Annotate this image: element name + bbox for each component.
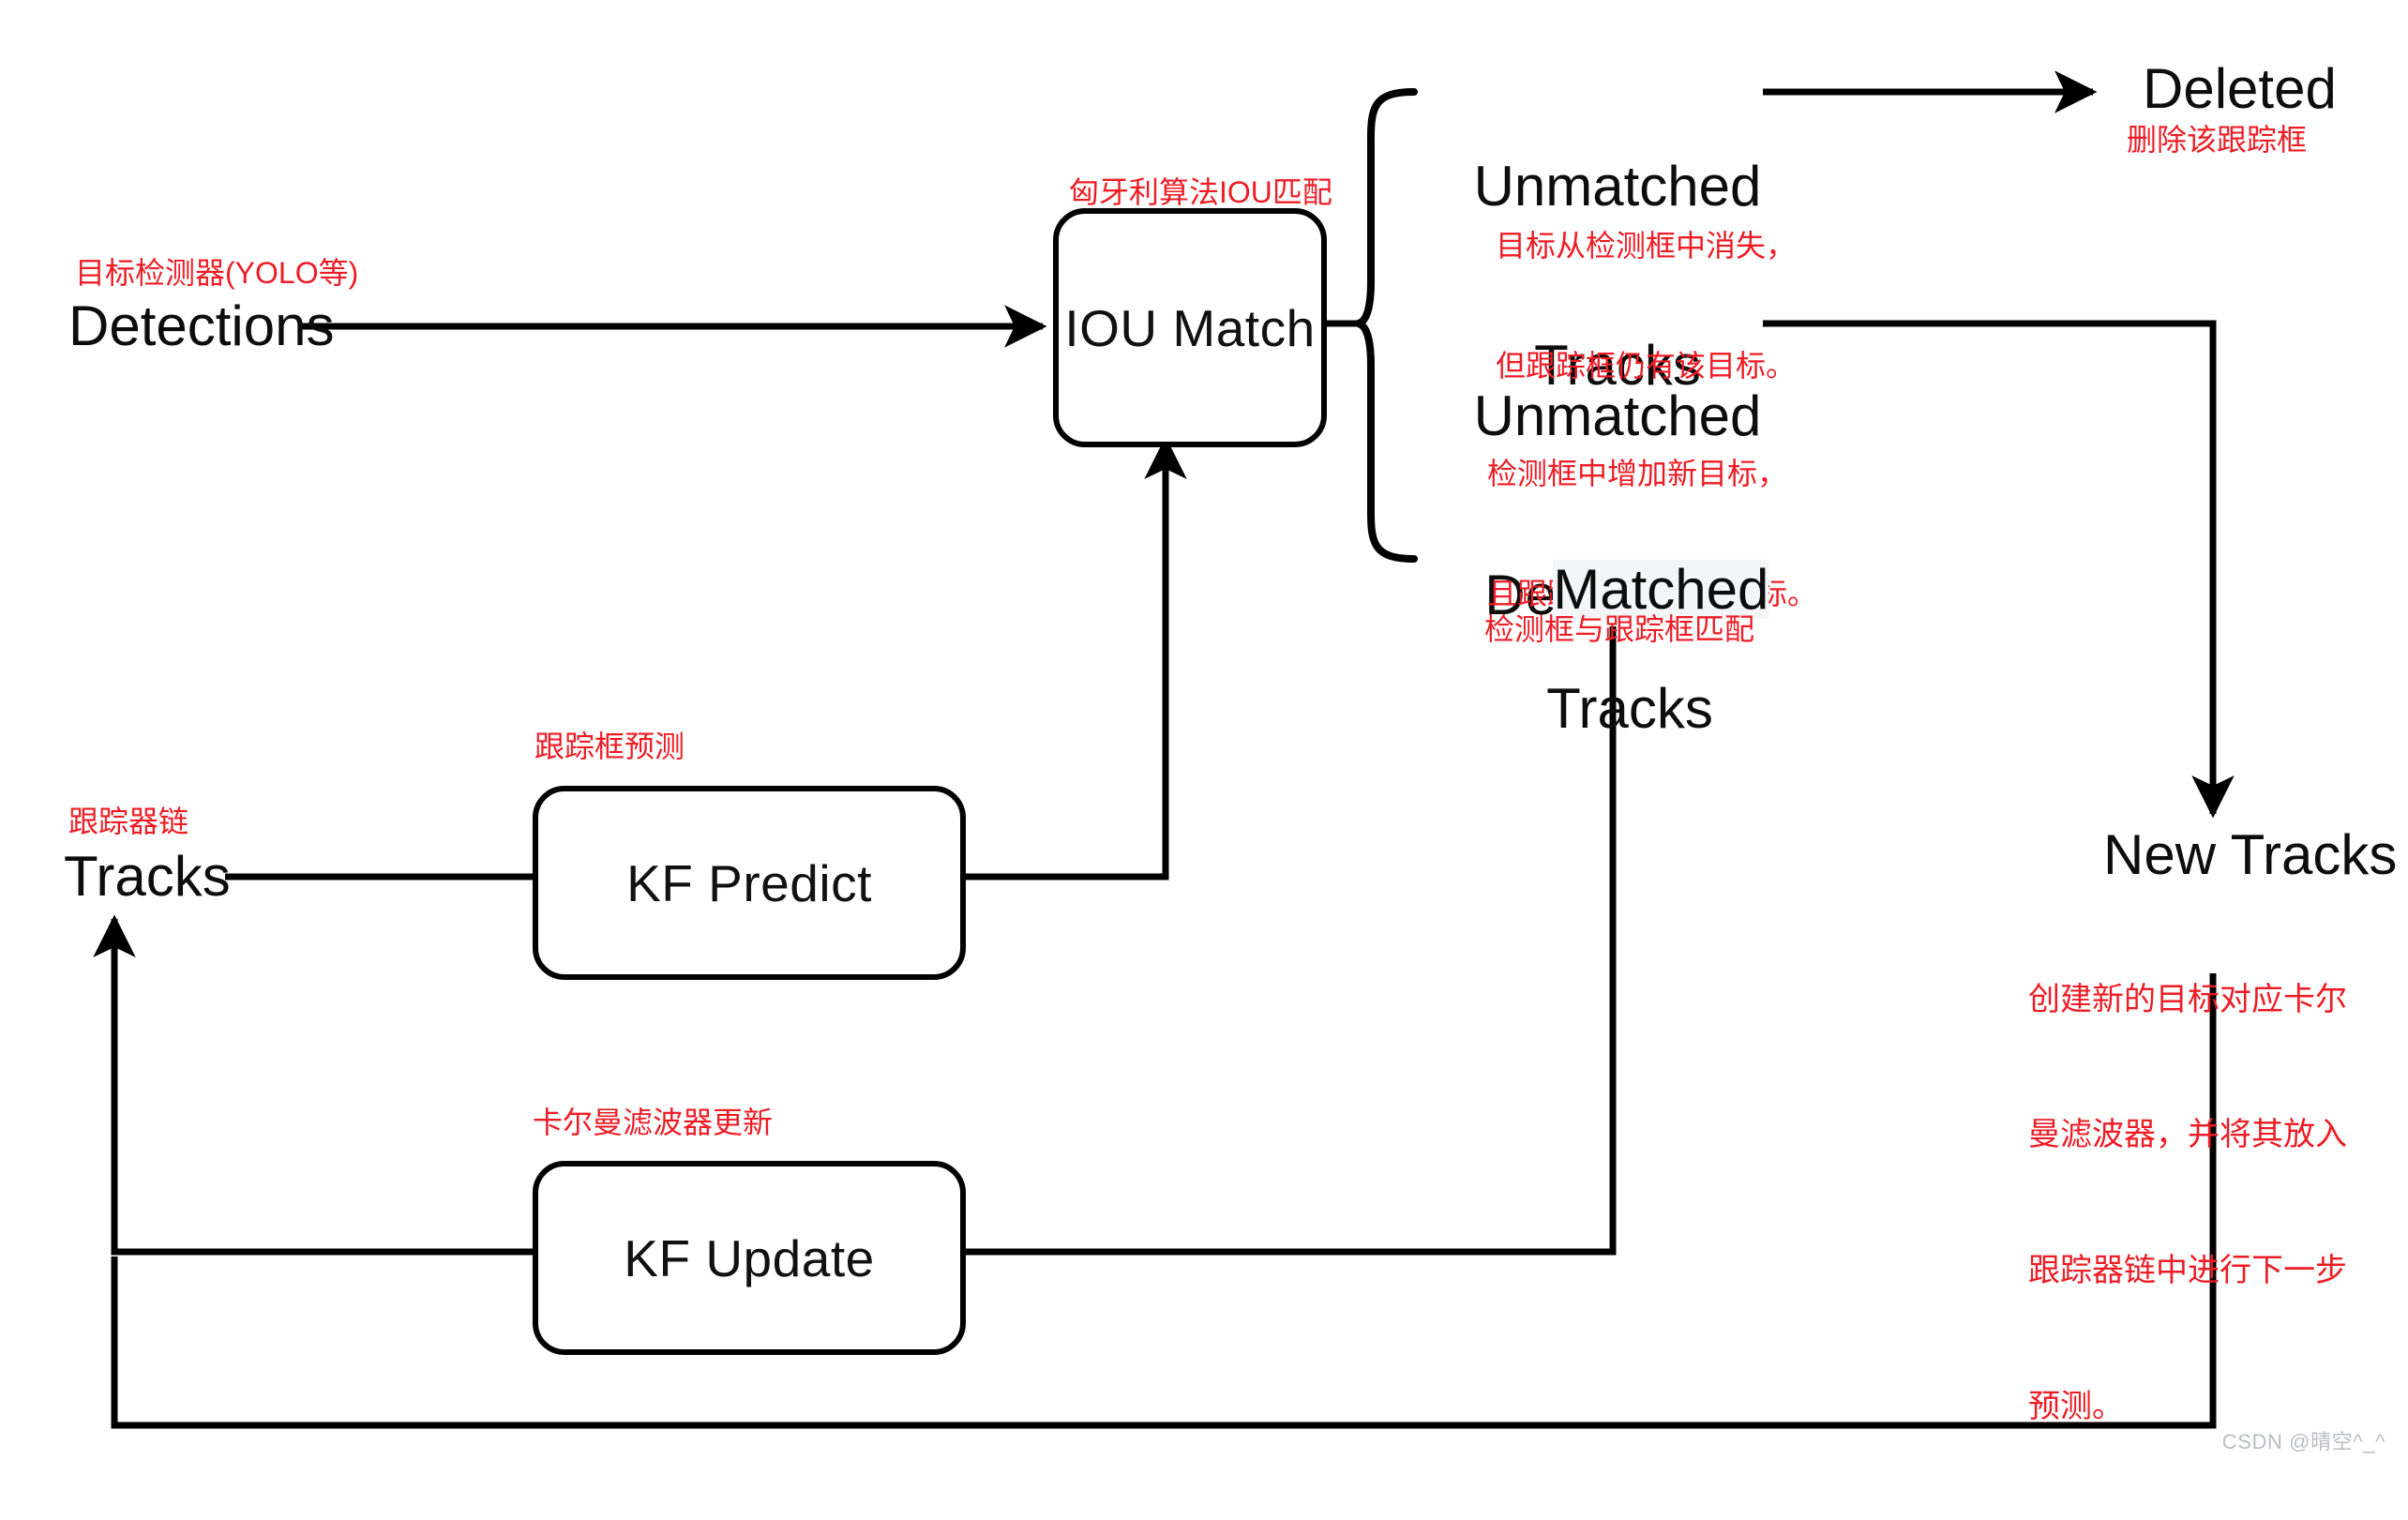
tracks-label: Tracks xyxy=(64,845,231,908)
annotation-line-1: 检测框中增加新目标， xyxy=(1487,456,1788,490)
branch-matched-tracks-line2: Tracks xyxy=(1546,676,1713,740)
edge-kfupdate-to-tracks xyxy=(93,914,533,1256)
branch-matched-tracks-label: Matched Tracks xyxy=(1480,500,1780,858)
annotation-line-4: 预测。 xyxy=(2028,1388,2124,1424)
node-deleted-label: Deleted xyxy=(2143,57,2337,120)
iou-match-annotation: 匈牙利算法IOU匹配 xyxy=(1069,175,1332,209)
diagram-canvas: 目标检测器(YOLO等) Detections 匈牙利算法IOU匹配 IOU M… xyxy=(0,0,2408,1470)
csdn-watermark: CSDN @晴空^_^ xyxy=(2221,1430,2385,1453)
node-kf-predict[interactable]: KF Predict xyxy=(533,786,966,980)
node-kf-update[interactable]: KF Update xyxy=(533,1161,966,1355)
node-iou-match[interactable]: IOU Match xyxy=(1053,208,1327,447)
node-deleted-annotation: 删除该跟踪框 xyxy=(2127,123,2308,157)
node-iou-match-label: IOU Match xyxy=(1064,298,1316,357)
branch-matched-tracks-annotation: 检测框与跟踪框匹配 xyxy=(1484,612,1755,646)
output-brace xyxy=(1356,88,1418,563)
detections-label: Detections xyxy=(68,294,335,357)
annotation-line-3: 跟踪器链中进行下一步 xyxy=(2028,1253,2347,1289)
edge-unmatched-detections-to-new-tracks xyxy=(1763,320,2235,819)
node-kf-update-label: KF Update xyxy=(624,1228,875,1287)
node-new-tracks-label: New Tracks xyxy=(2103,823,2398,886)
tracks-annotation: 跟踪器链 xyxy=(68,805,189,838)
edge-kfpredict-to-iou xyxy=(955,436,1187,880)
kf-update-annotation: 卡尔曼滤波器更新 xyxy=(533,1106,774,1139)
edge-new-tracks-feedback xyxy=(111,973,2217,1429)
kf-predict-annotation: 跟踪框预测 xyxy=(534,730,685,763)
node-kf-predict-label: KF Predict xyxy=(626,853,872,912)
annotation-line-1: 创建新的目标对应卡尔 xyxy=(2028,981,2347,1017)
detections-annotation: 目标检测器(YOLO等) xyxy=(75,256,359,290)
annotation-line-2: 曼滤波器，并将其放入 xyxy=(2028,1117,2347,1153)
annotation-line-1: 目标从检测框中消失， xyxy=(1496,228,1797,263)
